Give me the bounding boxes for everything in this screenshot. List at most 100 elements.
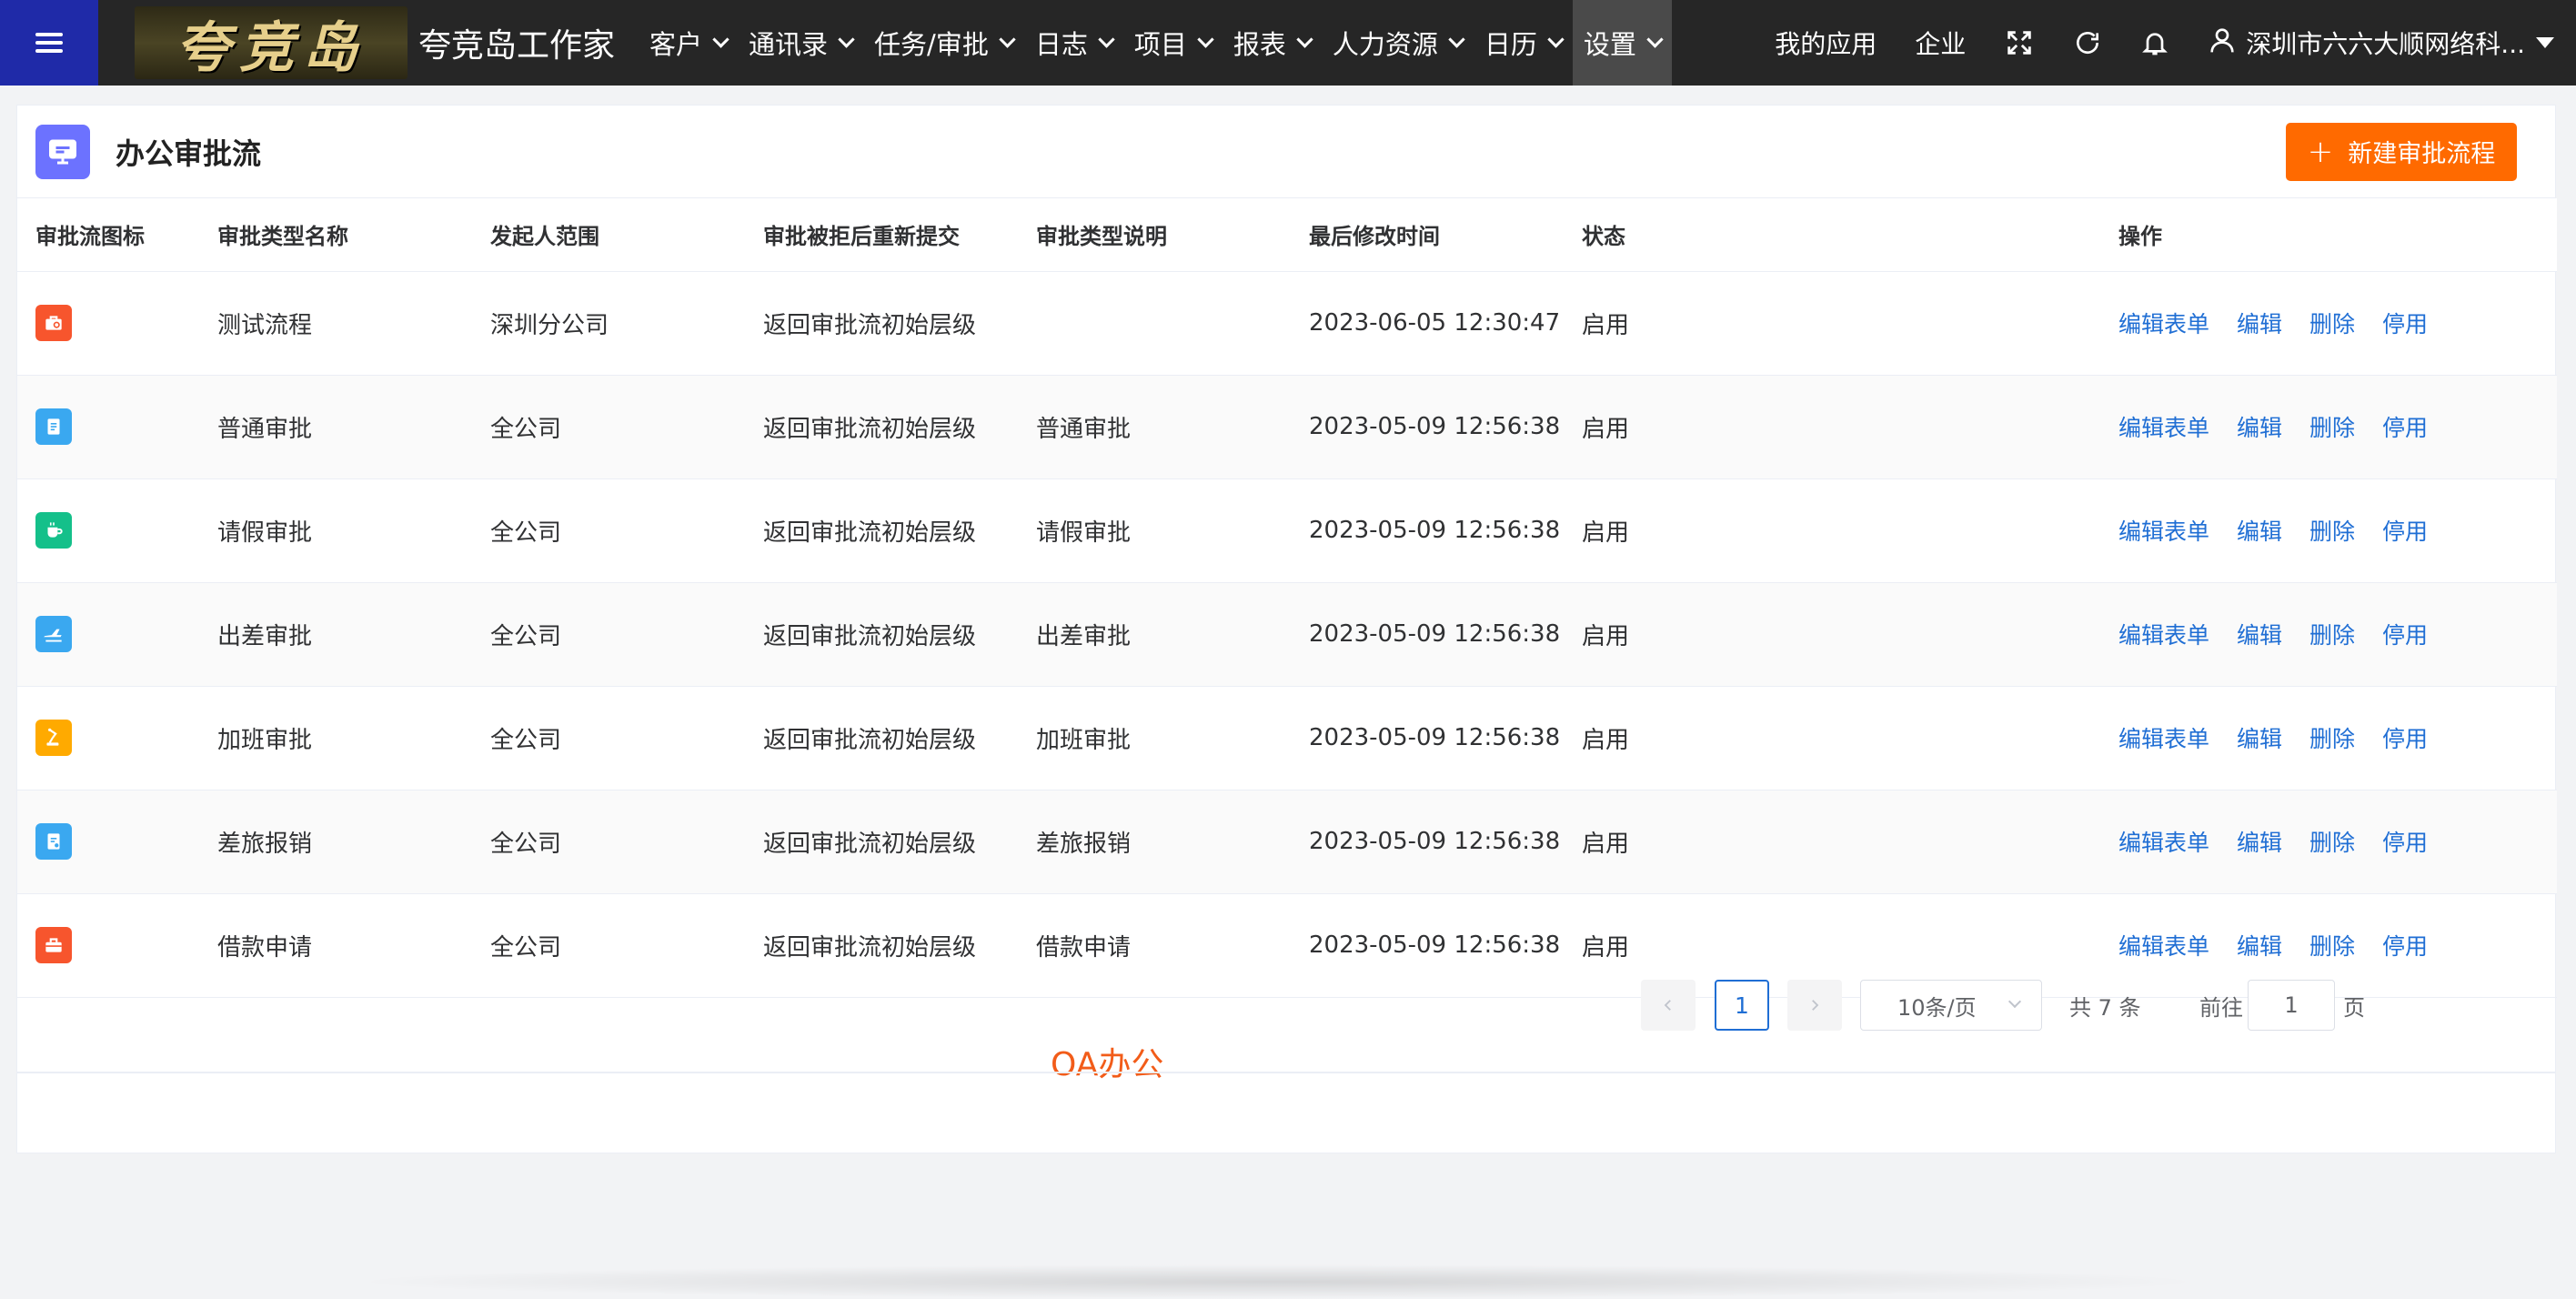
description-cell: 差旅报销 <box>1018 790 1291 894</box>
actions-cell: 编辑表单 编辑 删除 停用 <box>2100 582 2557 687</box>
edit-form-link[interactable]: 编辑表单 <box>2118 311 2209 337</box>
edit-form-link[interactable]: 编辑表单 <box>2118 519 2209 545</box>
disable-link[interactable]: 停用 <box>2382 726 2428 752</box>
edit-form-link[interactable]: 编辑表单 <box>2118 830 2209 856</box>
column-header: 操作 <box>2100 198 2557 272</box>
fullscreen-icon[interactable] <box>2004 27 2035 58</box>
edit-link[interactable]: 编辑 <box>2237 726 2282 752</box>
next-page-button[interactable] <box>1787 980 1842 1031</box>
nav-item-7[interactable]: 日历 <box>1474 0 1573 86</box>
scope-cell: 全公司 <box>472 790 745 894</box>
briefcase-icon <box>35 305 72 341</box>
goto-page-input[interactable]: 1 <box>2248 980 2335 1031</box>
icon-cell <box>17 790 199 894</box>
type-name-cell: 借款申请 <box>199 893 472 998</box>
nav-item-2[interactable]: 任务/审批 <box>863 0 1024 86</box>
menu-icon[interactable] <box>0 0 98 86</box>
type-name-cell: 差旅报销 <box>199 790 472 894</box>
modified-time-cell: 2023-05-09 12:56:38 <box>1291 582 1564 687</box>
chevron-down-icon <box>1448 30 1465 48</box>
new-approval-flow-button[interactable]: + 新建审批流程 <box>2286 122 2517 181</box>
edit-form-link[interactable]: 编辑表单 <box>2118 726 2209 752</box>
delete-link[interactable]: 删除 <box>2309 415 2355 441</box>
disable-link[interactable]: 停用 <box>2382 830 2428 856</box>
page-number-button[interactable]: 1 <box>1715 980 1769 1031</box>
resubmit-cell: 返回审批流初始层级 <box>745 271 1018 376</box>
edit-link[interactable]: 编辑 <box>2237 415 2282 441</box>
nav-item-label: 通讯录 <box>749 29 829 60</box>
column-header: 审批流图标 <box>17 198 199 272</box>
chevron-down-icon <box>999 30 1016 48</box>
document-icon <box>35 408 72 445</box>
delete-link[interactable]: 删除 <box>2309 830 2355 856</box>
edit-form-link[interactable]: 编辑表单 <box>2118 933 2209 960</box>
type-name-cell: 普通审批 <box>199 375 472 479</box>
nav-item-6[interactable]: 人力资源 <box>1322 0 1474 86</box>
delete-link[interactable]: 删除 <box>2309 726 2355 752</box>
nav-item-1[interactable]: 通讯录 <box>738 0 863 86</box>
page-size-select[interactable]: 10条/页 <box>1860 980 2042 1031</box>
disable-link[interactable]: 停用 <box>2382 933 2428 960</box>
my-apps-link[interactable]: 我的应用 <box>1775 25 1877 61</box>
delete-link[interactable]: 删除 <box>2309 622 2355 649</box>
prev-page-button[interactable] <box>1641 980 1696 1031</box>
nav-item-label: 任务/审批 <box>874 29 989 60</box>
edit-link[interactable]: 编辑 <box>2237 519 2282 545</box>
status-cell: 启用 <box>1564 478 2100 583</box>
nav-item-5[interactable]: 报表 <box>1223 0 1322 86</box>
table-row: 加班审批 全公司 返回审批流初始层级 加班审批 2023-05-09 12:56:38 启… <box>17 686 2557 790</box>
nav-item-0[interactable]: 客户 <box>639 0 738 86</box>
lamp-icon <box>35 720 72 756</box>
table-row: 出差审批 全公司 返回审批流初始层级 出差审批 2023-05-09 12:56:38 启… <box>17 582 2557 687</box>
type-name-cell: 加班审批 <box>199 686 472 790</box>
delete-link[interactable]: 删除 <box>2309 933 2355 960</box>
user-menu[interactable]: 深圳市六六大顺网络科... <box>2208 25 2554 61</box>
disable-link[interactable]: 停用 <box>2382 622 2428 649</box>
column-header: 审批被拒后重新提交 <box>745 198 1018 272</box>
enterprise-link[interactable]: 企业 <box>1915 25 1966 61</box>
new-button-label: 新建审批流程 <box>2348 140 2496 168</box>
description-cell: 请假审批 <box>1018 478 1291 583</box>
description-cell <box>1018 271 1291 376</box>
receipt-icon <box>35 823 72 860</box>
plane-icon <box>35 616 72 652</box>
goto-label: 前往 <box>2199 994 2243 1021</box>
disable-link[interactable]: 停用 <box>2382 519 2428 545</box>
main-nav: 客户 通讯录 任务/审批 日志 项目 报表 人力资源 日历 设置 <box>639 0 1672 86</box>
chevron-down-icon <box>1547 30 1565 48</box>
approval-flow-card: 办公审批流 + 新建审批流程 审批流图标 审批类型名称 发起人范围 审批被拒后重新提交… <box>16 105 2557 1153</box>
delete-link[interactable]: 删除 <box>2309 519 2355 545</box>
status-cell: 启用 <box>1564 375 2100 479</box>
delete-link[interactable]: 删除 <box>2309 311 2355 337</box>
page-suffix-label: 页 <box>2343 994 2365 1021</box>
edit-link[interactable]: 编辑 <box>2237 933 2282 960</box>
table-row: 普通审批 全公司 返回审批流初始层级 普通审批 2023-05-09 12:56:38 启… <box>17 375 2557 479</box>
edit-link[interactable]: 编辑 <box>2237 830 2282 856</box>
pagination-bar <box>17 1072 2555 1153</box>
disable-link[interactable]: 停用 <box>2382 415 2428 441</box>
nav-item-3[interactable]: 日志 <box>1024 0 1123 86</box>
table-row: 请假审批 全公司 返回审批流初始层级 请假审批 2023-05-09 12:56:38 启… <box>17 478 2557 583</box>
edit-link[interactable]: 编辑 <box>2237 622 2282 649</box>
refresh-icon[interactable] <box>2073 28 2102 57</box>
modified-time-cell: 2023-05-09 12:56:38 <box>1291 893 1564 998</box>
page-title: 办公审批流 <box>116 136 262 171</box>
table-row: 差旅报销 全公司 返回审批流初始层级 差旅报销 2023-05-09 12:56:38 启… <box>17 790 2557 894</box>
actions-cell: 编辑表单 编辑 删除 停用 <box>2100 790 2557 894</box>
type-name-cell: 请假审批 <box>199 478 472 583</box>
nav-item-label: 客户 <box>649 29 703 60</box>
status-cell: 启用 <box>1564 582 2100 687</box>
resubmit-cell: 返回审批流初始层级 <box>745 686 1018 790</box>
bell-icon[interactable] <box>2140 27 2169 58</box>
edit-link[interactable]: 编辑 <box>2237 311 2282 337</box>
edit-form-link[interactable]: 编辑表单 <box>2118 622 2209 649</box>
approval-flow-table: 审批流图标 审批类型名称 发起人范围 审批被拒后重新提交 审批类型说明 最后修改时间 状态操… <box>17 198 2557 998</box>
edit-form-link[interactable]: 编辑表单 <box>2118 415 2209 441</box>
resubmit-cell: 返回审批流初始层级 <box>745 375 1018 479</box>
table-row: 借款申请 全公司 返回审批流初始层级 借款申请 2023-05-09 12:56:38 启… <box>17 893 2557 998</box>
monitor-icon <box>35 124 90 179</box>
description-cell: 借款申请 <box>1018 893 1291 998</box>
disable-link[interactable]: 停用 <box>2382 311 2428 337</box>
nav-item-8[interactable]: 设置 <box>1572 0 1672 86</box>
nav-item-4[interactable]: 项目 <box>1123 0 1223 86</box>
